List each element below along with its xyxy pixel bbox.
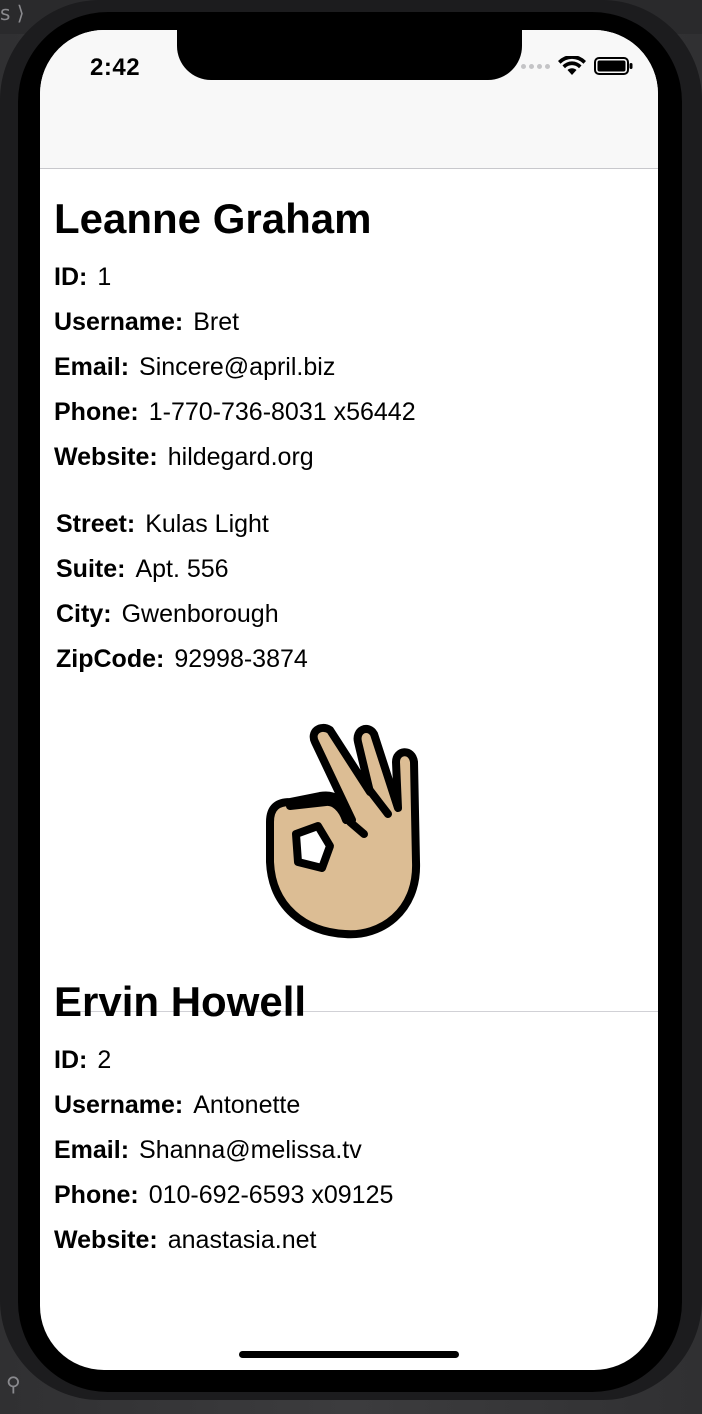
field-label: Email:	[54, 353, 130, 381]
field-phone: Phone: 1-770-736-8031 x56442	[54, 390, 658, 435]
field-suite: Suite: Apt. 556	[56, 547, 658, 592]
field-website: Website: hildegard.org	[54, 435, 658, 480]
emoji-container	[40, 682, 658, 952]
field-email: Email: Sincere@april.biz	[54, 345, 658, 390]
user-name: Leanne Graham	[54, 195, 372, 242]
address-block: Street: Kulas Light Suite: Apt. 556 City: G…	[54, 502, 658, 682]
user-name: Ervin Howell	[54, 978, 307, 1025]
field-username: Username: Bret	[54, 300, 658, 345]
field-value: hildegard.org	[167, 443, 314, 471]
field-phone: Phone: 010-692-6593 x09125	[54, 1173, 658, 1218]
field-label: City:	[56, 600, 112, 628]
field-label: Website:	[54, 443, 158, 471]
field-value: Bret	[193, 308, 240, 336]
field-label: ID:	[54, 1046, 88, 1074]
wifi-icon	[558, 56, 586, 75]
field-label: Phone:	[54, 398, 139, 426]
field-value: Shanna@melissa.tv	[139, 1136, 362, 1164]
field-label: Suite:	[56, 555, 126, 583]
field-value: 92998-3874	[174, 645, 308, 673]
home-indicator[interactable]	[239, 1351, 459, 1358]
field-value: Sincere@april.biz	[139, 353, 336, 381]
phone-frame: 2:42 Leanne Graham ID: 1 Username: Bret …	[0, 0, 702, 1400]
field-label: Website:	[54, 1226, 158, 1254]
field-label: Phone:	[54, 1181, 139, 1209]
field-label: ID:	[54, 263, 88, 291]
cellular-signal-icon	[521, 63, 550, 69]
field-label: Street:	[56, 510, 136, 538]
camera-notch	[177, 30, 522, 80]
field-city: City: Gwenborough	[56, 592, 658, 637]
user-list[interactable]: Leanne Graham ID: 1 Username: Bret Email: S…	[40, 169, 658, 1263]
list-item[interactable]: Leanne Graham ID: 1 Username: Bret Email: S…	[40, 169, 658, 952]
chevron-right-icon: s ⟩	[0, 1, 25, 25]
field-value: Apt. 556	[135, 555, 229, 583]
ok-hand-icon	[266, 723, 421, 939]
field-value: 010-692-6593 x09125	[148, 1181, 394, 1209]
list-item[interactable]: Ervin Howell ID: 2 Username: Antonette Ema…	[40, 952, 658, 1263]
link-icon: ⚲	[6, 1372, 21, 1396]
desktop-background: s ⟩ ⚲ 2:42 Leanne Graham ID: 1 Username:…	[0, 0, 702, 1414]
field-label: ZipCode:	[56, 645, 165, 673]
phone-screen: 2:42 Leanne Graham ID: 1 Username: Bret …	[40, 30, 658, 1370]
field-label: Username:	[54, 308, 184, 336]
field-username: Username: Antonette	[54, 1083, 658, 1128]
field-id: ID: 2	[54, 1038, 658, 1083]
field-value: anastasia.net	[167, 1226, 317, 1254]
status-icons	[521, 56, 634, 76]
field-website: Website: anastasia.net	[54, 1218, 658, 1263]
field-value: Gwenborough	[121, 600, 279, 628]
field-street: Street: Kulas Light	[56, 502, 658, 547]
field-value: 1	[97, 263, 112, 291]
field-value: Kulas Light	[145, 510, 269, 538]
field-value: 2	[97, 1046, 112, 1074]
field-zipcode: ZipCode: 92998-3874	[56, 637, 658, 682]
field-label: Username:	[54, 1091, 184, 1119]
status-time: 2:42	[90, 54, 141, 81]
field-label: Email:	[54, 1136, 130, 1164]
field-value: 1-770-736-8031 x56442	[148, 398, 416, 426]
field-email: Email: Shanna@melissa.tv	[54, 1128, 658, 1173]
battery-icon	[594, 57, 633, 75]
field-value: Antonette	[193, 1091, 301, 1119]
field-id: ID: 1	[54, 255, 658, 300]
